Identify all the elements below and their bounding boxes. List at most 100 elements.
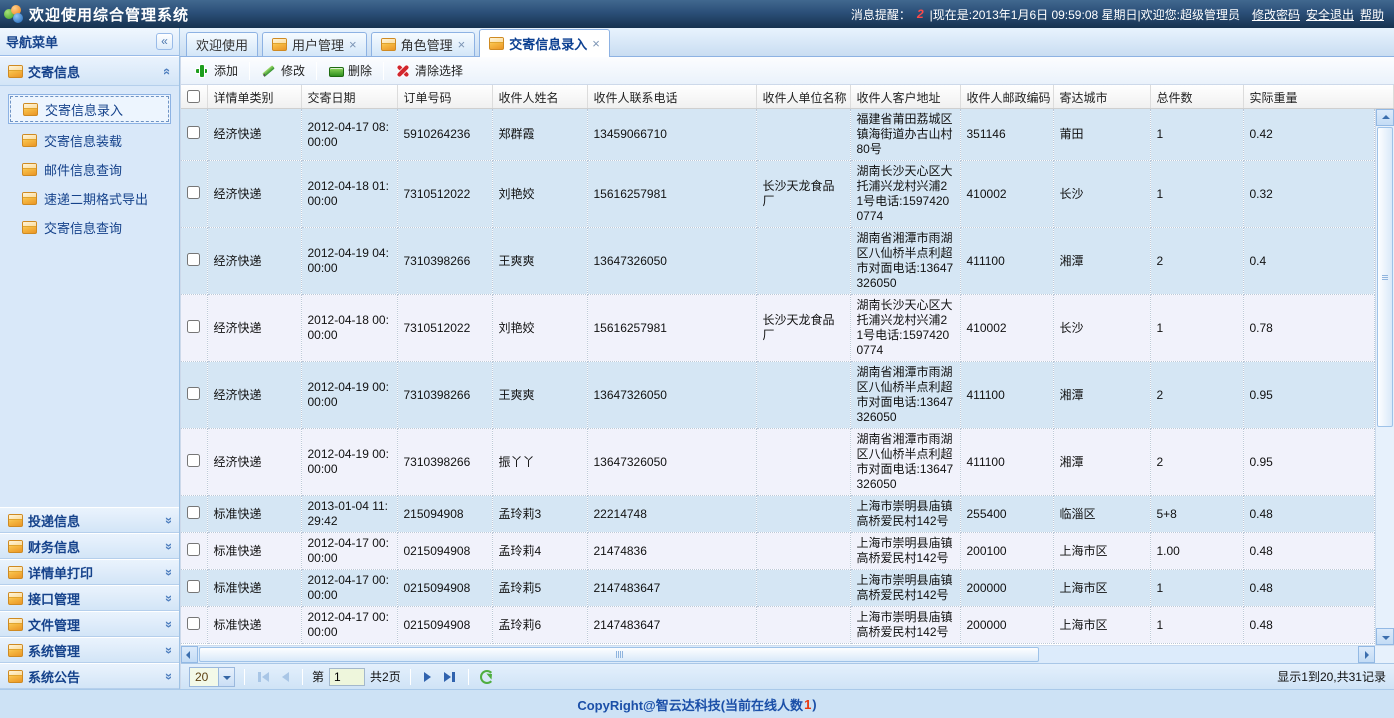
- row-checkbox[interactable]: [187, 543, 200, 556]
- table-row[interactable]: 标准快递2012-04-17 00:00:000215094908孟玲莉6214…: [181, 607, 1375, 644]
- sidebar-item[interactable]: 交寄信息装载: [0, 126, 179, 155]
- scroll-left-icon[interactable]: [181, 646, 198, 663]
- column-order-number[interactable]: 订单号码: [397, 85, 492, 109]
- row-checkbox[interactable]: [187, 617, 200, 630]
- cell-customer-address: 湖南省湘潭市雨湖区八仙桥半点利超市对面电话:13647326050: [850, 429, 960, 496]
- horizontal-scrollbar-thumb[interactable]: [199, 647, 1039, 662]
- next-page-button[interactable]: [420, 672, 435, 682]
- toolbar-button-clear-selection[interactable]: 清除选择: [386, 60, 472, 81]
- sidebar-section-8[interactable]: 系统公告«: [0, 663, 179, 689]
- chevron-down-icon[interactable]: [218, 668, 234, 686]
- table-row[interactable]: 标准快递2012-04-17 00:00:000215094908孟玲莉5214…: [181, 570, 1375, 607]
- tab-close-icon[interactable]: ×: [349, 40, 357, 50]
- scroll-down-icon[interactable]: [1376, 628, 1394, 645]
- table-row[interactable]: 标准快递2013-01-04 11:29:42215094908孟玲莉32221…: [181, 496, 1375, 533]
- sidebar-item[interactable]: 交寄信息查询: [0, 213, 179, 242]
- package-icon: [8, 670, 23, 683]
- vertical-scrollbar-thumb[interactable]: [1377, 127, 1393, 427]
- package-icon: [272, 38, 287, 51]
- last-page-button[interactable]: [440, 672, 459, 682]
- row-checkbox[interactable]: [187, 454, 200, 467]
- sidebar-section-3[interactable]: 财务信息«: [0, 533, 179, 559]
- column-destination-city[interactable]: 寄达城市: [1053, 85, 1150, 109]
- column-actual-weight[interactable]: 实际重量: [1243, 85, 1394, 109]
- message-count[interactable]: 2: [917, 7, 924, 21]
- pagination-bar: 20 第 共2页 显示1到20,共31记录: [181, 663, 1394, 689]
- chevron-double-up-icon[interactable]: «: [160, 67, 175, 74]
- page-number-input[interactable]: [329, 668, 365, 686]
- scroll-up-icon[interactable]: [1376, 109, 1394, 126]
- chevron-double-down-icon[interactable]: «: [160, 594, 175, 601]
- chevron-double-down-icon[interactable]: «: [160, 672, 175, 679]
- help-link[interactable]: 帮助: [1360, 8, 1384, 22]
- tab-3[interactable]: 角色管理×: [371, 32, 476, 56]
- cell-company-name: [756, 362, 850, 429]
- row-checkbox[interactable]: [187, 186, 200, 199]
- tab-close-icon[interactable]: ×: [458, 40, 466, 50]
- sidebar-item[interactable]: 速递二期格式导出: [0, 184, 179, 213]
- change-password-link[interactable]: 修改密码: [1252, 8, 1300, 22]
- row-checkbox[interactable]: [187, 126, 200, 139]
- topbar: 欢迎使用综合管理系统 消息提醒： 2 |现在是:2013年1月6日 09:59:…: [0, 0, 1394, 28]
- tab-close-icon[interactable]: ×: [592, 39, 600, 49]
- tab-4[interactable]: 交寄信息录入×: [479, 29, 610, 57]
- prev-page-button[interactable]: [278, 672, 293, 682]
- column-postal-code[interactable]: 收件人邮政编码: [960, 85, 1053, 109]
- column-recipient-phone[interactable]: 收件人联系电话: [587, 85, 756, 109]
- sidebar-section-4[interactable]: 详情单打印«: [0, 559, 179, 585]
- column-category[interactable]: 详情单类别: [207, 85, 301, 109]
- scroll-right-icon[interactable]: [1358, 646, 1375, 663]
- row-checkbox[interactable]: [187, 506, 200, 519]
- cell-actual-weight: 0.48: [1243, 570, 1375, 607]
- table-row[interactable]: 经济快递2012-04-19 04:00:007310398266王爽爽1364…: [181, 228, 1375, 295]
- select-all-checkbox[interactable]: [187, 90, 200, 103]
- row-checkbox[interactable]: [187, 320, 200, 333]
- row-checkbox[interactable]: [187, 387, 200, 400]
- toolbar-button-add[interactable]: 添加: [185, 60, 247, 81]
- first-page-button[interactable]: [254, 672, 273, 682]
- sidebar-section-7[interactable]: 系统管理«: [0, 637, 179, 663]
- table-row[interactable]: 经济快递2012-04-18 00:00:007310512022刘艳姣1561…: [181, 295, 1375, 362]
- chevron-double-down-icon[interactable]: «: [160, 542, 175, 549]
- page-size-select[interactable]: 20: [189, 667, 235, 687]
- cell-post-date: 2012-04-18 01:00:00: [301, 161, 397, 228]
- table-row[interactable]: 经济快递2012-04-19 00:00:007310398266振丫丫1364…: [181, 429, 1375, 496]
- column-company-name[interactable]: 收件人单位名称: [756, 85, 850, 109]
- table-row[interactable]: 经济快递2012-04-17 08:00:005910264236郑群霞1345…: [181, 109, 1375, 161]
- sidebar-section-5[interactable]: 接口管理«: [0, 585, 179, 611]
- cell-company-name: [756, 570, 850, 607]
- row-checkbox[interactable]: [187, 253, 200, 266]
- row-checkbox[interactable]: [187, 580, 200, 593]
- table-row[interactable]: 经济快递2012-04-19 00:00:007310398266王爽爽1364…: [181, 362, 1375, 429]
- table-row[interactable]: 标准快递2012-04-17 00:00:000215094908孟玲莉4214…: [181, 533, 1375, 570]
- sidebar: 导航菜单 « 交寄信息«交寄信息录入交寄信息装载邮件信息查询速递二期格式导出交寄…: [0, 28, 180, 689]
- sidebar-section-label: 财务信息: [28, 537, 159, 556]
- chevron-double-down-icon[interactable]: «: [160, 516, 175, 523]
- vertical-scrollbar[interactable]: [1375, 109, 1394, 645]
- cell-customer-address: 上海市崇明县庙镇高桥爱民村142号: [850, 607, 960, 644]
- sidebar-section-1[interactable]: 交寄信息«: [0, 56, 179, 86]
- tab-2[interactable]: 用户管理×: [262, 32, 367, 56]
- toolbar-button-delete[interactable]: 删除: [319, 60, 381, 81]
- sidebar-section-2[interactable]: 投递信息«: [0, 507, 179, 533]
- chevron-double-down-icon[interactable]: «: [160, 646, 175, 653]
- sidebar-section-6[interactable]: 文件管理«: [0, 611, 179, 637]
- cell-total-count: 2: [1150, 429, 1243, 496]
- column-post-date[interactable]: 交寄日期: [301, 85, 397, 109]
- chevron-double-down-icon[interactable]: «: [160, 568, 175, 575]
- refresh-icon[interactable]: [480, 670, 494, 684]
- logout-link[interactable]: 安全退出: [1306, 8, 1354, 22]
- horizontal-scrollbar[interactable]: [181, 645, 1375, 663]
- toolbar-button-edit[interactable]: 修改: [252, 60, 314, 81]
- sidebar-item[interactable]: 交寄信息录入: [8, 94, 171, 124]
- column-recipient-name[interactable]: 收件人姓名: [492, 85, 587, 109]
- tab-1[interactable]: 欢迎使用: [186, 32, 258, 56]
- table-row[interactable]: 经济快递2012-04-18 01:00:007310512022刘艳姣1561…: [181, 161, 1375, 228]
- cell-post-date: 2012-04-17 00:00:00: [301, 533, 397, 570]
- cell-company-name: [756, 496, 850, 533]
- column-customer-address[interactable]: 收件人客户地址: [850, 85, 960, 109]
- sidebar-collapse-icon[interactable]: «: [156, 33, 173, 50]
- chevron-double-down-icon[interactable]: «: [160, 620, 175, 627]
- column-total-count[interactable]: 总件数: [1150, 85, 1243, 109]
- sidebar-item[interactable]: 邮件信息查询: [0, 155, 179, 184]
